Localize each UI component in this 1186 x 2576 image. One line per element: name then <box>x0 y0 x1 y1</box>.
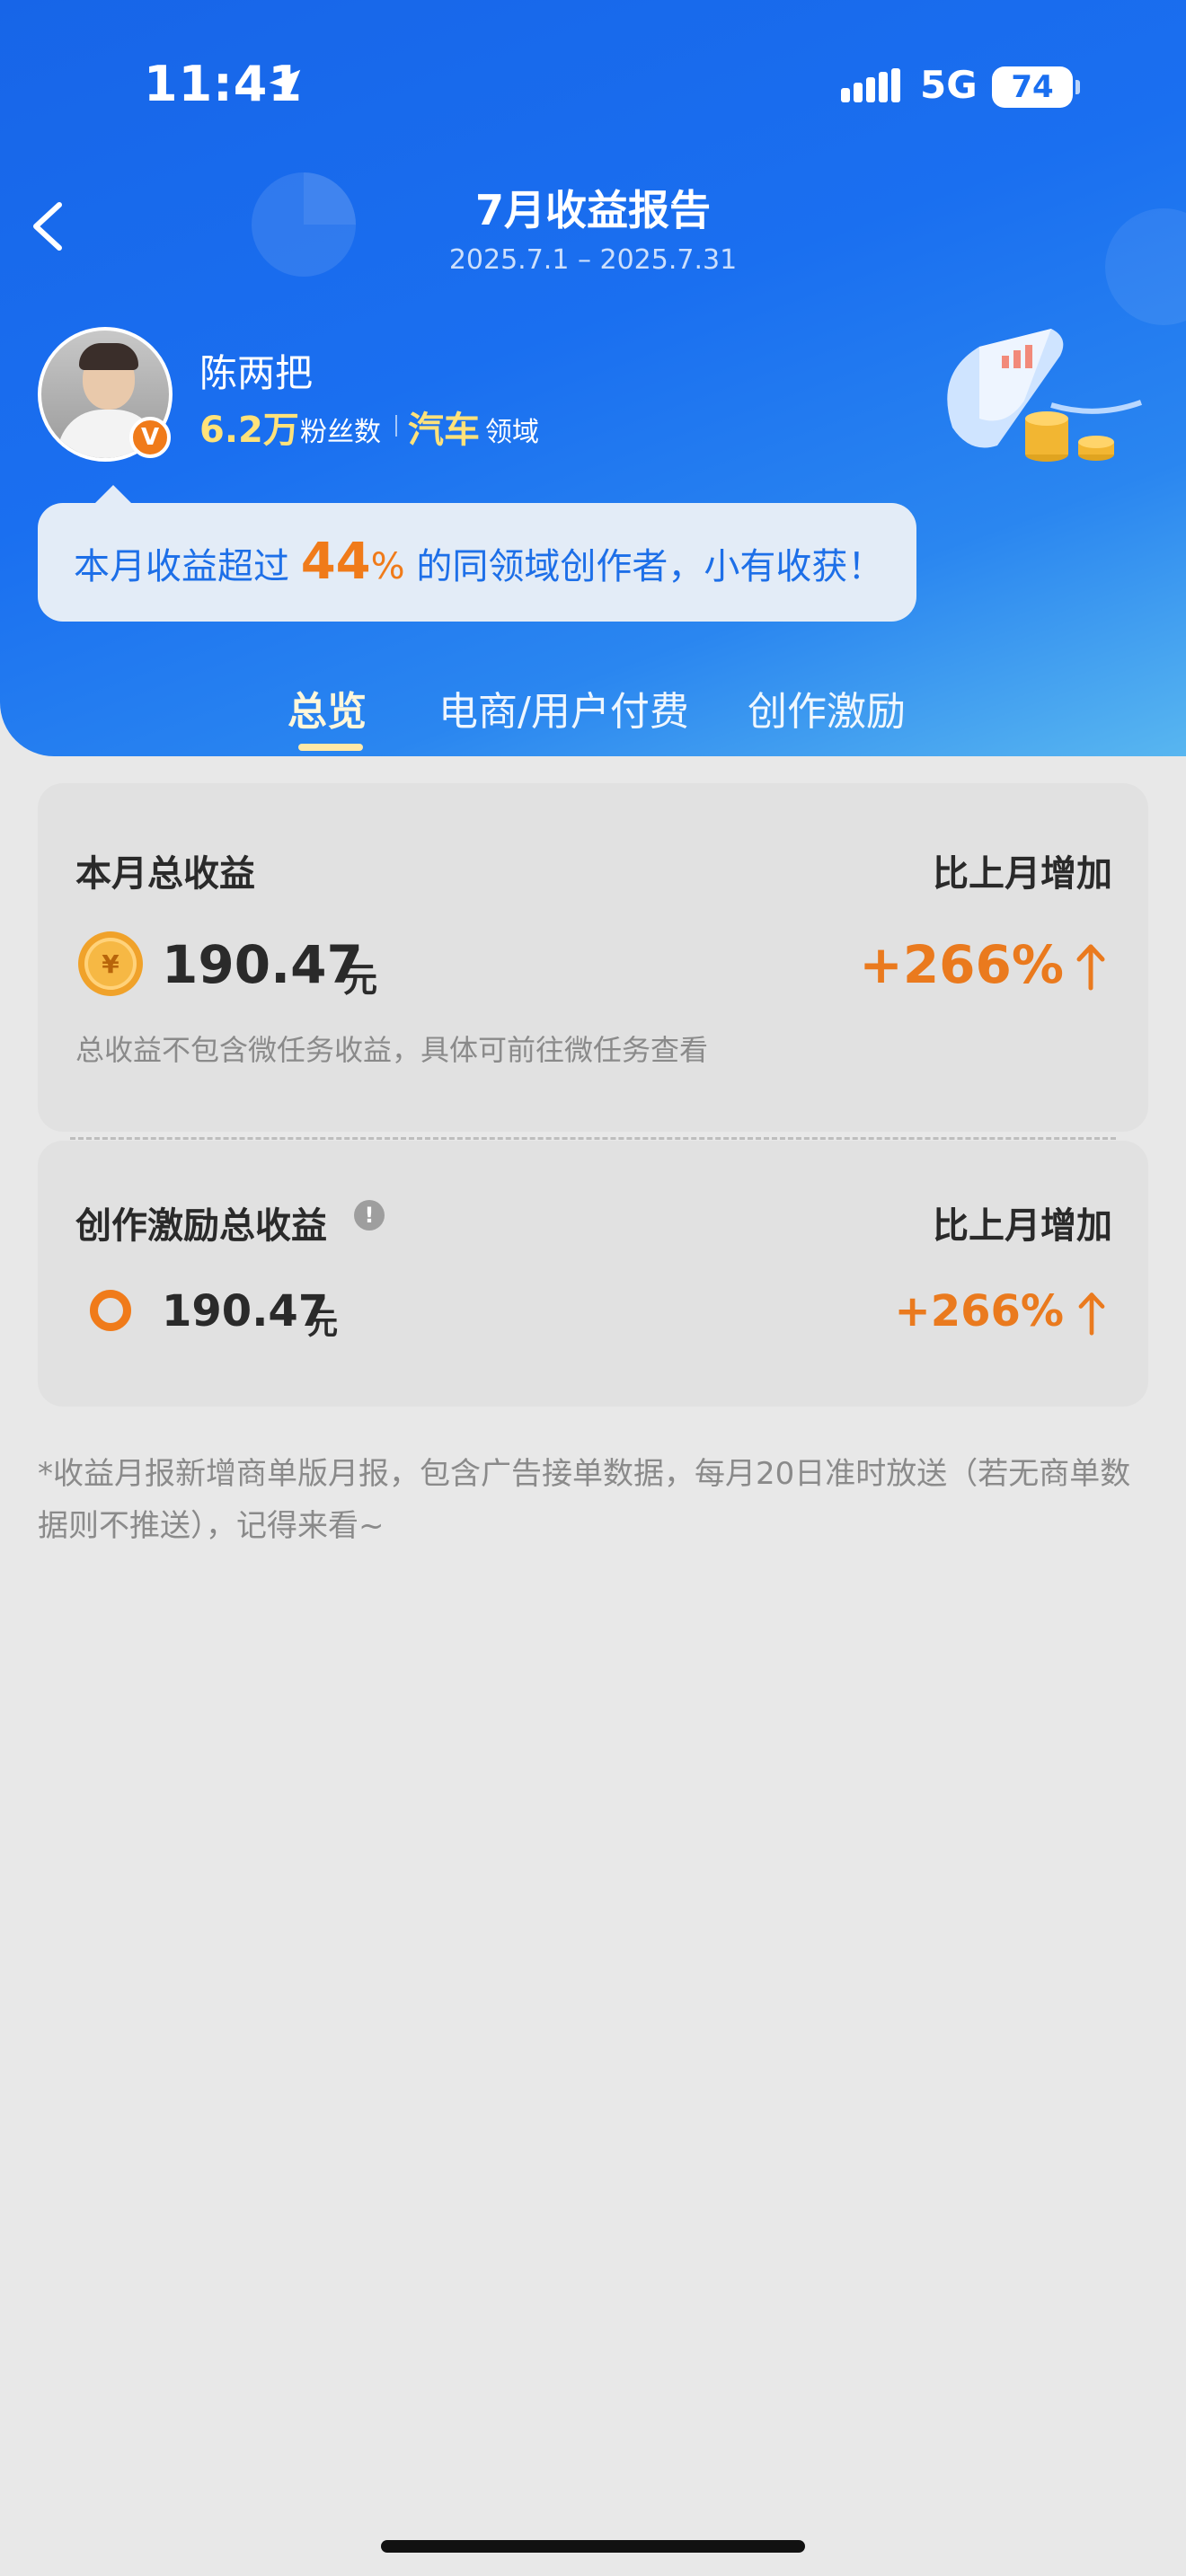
incentive-unit: 元 <box>307 1306 338 1342</box>
incentive-growth: +266% <box>894 1286 1064 1337</box>
date-range: 2025.7.1 – 2025.7.31 <box>448 244 738 276</box>
meta-divider <box>395 415 397 437</box>
field-name: 汽车 <box>408 410 480 451</box>
tab-incentive[interactable]: 创作激励 <box>748 679 906 737</box>
fans-count: 6.2万 <box>199 410 299 451</box>
bubble-percent-sign: % <box>370 546 405 587</box>
total-earnings-note: 总收益不包含微任务收益，具体可前往微任务查看 <box>75 1033 709 1067</box>
arrow-up-icon <box>1078 1292 1105 1336</box>
total-amount: 190.47 <box>162 934 363 995</box>
total-compare-label: 比上月增加 <box>933 853 1112 895</box>
coin-icon: ¥ <box>78 931 143 996</box>
footnote: *收益月报新增商单版月报，包含广告接单数据，每月20日准时放送（若无商单数据则不… <box>38 1456 1131 1544</box>
home-indicator[interactable] <box>381 2540 805 2553</box>
bubble-prefix: 本月收益超过 <box>74 546 301 587</box>
avatar-hair-shape <box>79 343 138 370</box>
bubble-suffix: 的同领域创作者，小有收获！ <box>404 546 884 587</box>
incentive-amount: 190.47 <box>162 1286 329 1337</box>
coin-symbol: ¥ <box>102 949 119 979</box>
battery-icon: 74 <box>992 66 1080 108</box>
ring-bullet-icon <box>90 1290 131 1331</box>
total-growth: +266% <box>859 934 1064 995</box>
ranking-bubble: 本月收益超过 44% 的同领域创作者，小有收获！ <box>38 485 916 622</box>
tab-ecommerce[interactable]: 电商/用户付费 <box>438 679 689 737</box>
tab-overview[interactable]: 总览 <box>288 679 367 737</box>
incentive-earnings-title: 创作激励总收益 <box>75 1205 327 1247</box>
page-title: 7月收益报告 <box>474 186 711 234</box>
info-icon[interactable]: ! <box>354 1200 385 1231</box>
user-name: 陈两把 <box>199 351 314 395</box>
total-earnings-title: 本月总收益 <box>75 853 255 895</box>
signal-icon <box>841 68 900 102</box>
total-unit: 元 <box>343 960 378 1000</box>
field-label: 领域 <box>485 417 539 448</box>
verified-badge-icon: V <box>129 417 171 458</box>
incentive-compare-label: 比上月增加 <box>933 1205 1112 1247</box>
tab-active-indicator <box>298 744 363 751</box>
fans-label: 粉丝数 <box>300 417 381 448</box>
incentive-earnings-card <box>38 1141 1148 1407</box>
report-illustration-icon <box>947 329 1143 462</box>
dashed-divider <box>70 1137 1116 1140</box>
arrow-up-icon <box>1076 944 1105 991</box>
network-label: 5G <box>920 63 978 107</box>
report-header: 11:41 5G 74 7月收益报告 2025.7.1 – 2025.7.31 … <box>0 0 1186 756</box>
bubble-percent: 44 <box>300 533 371 591</box>
location-arrow-icon <box>269 69 301 101</box>
